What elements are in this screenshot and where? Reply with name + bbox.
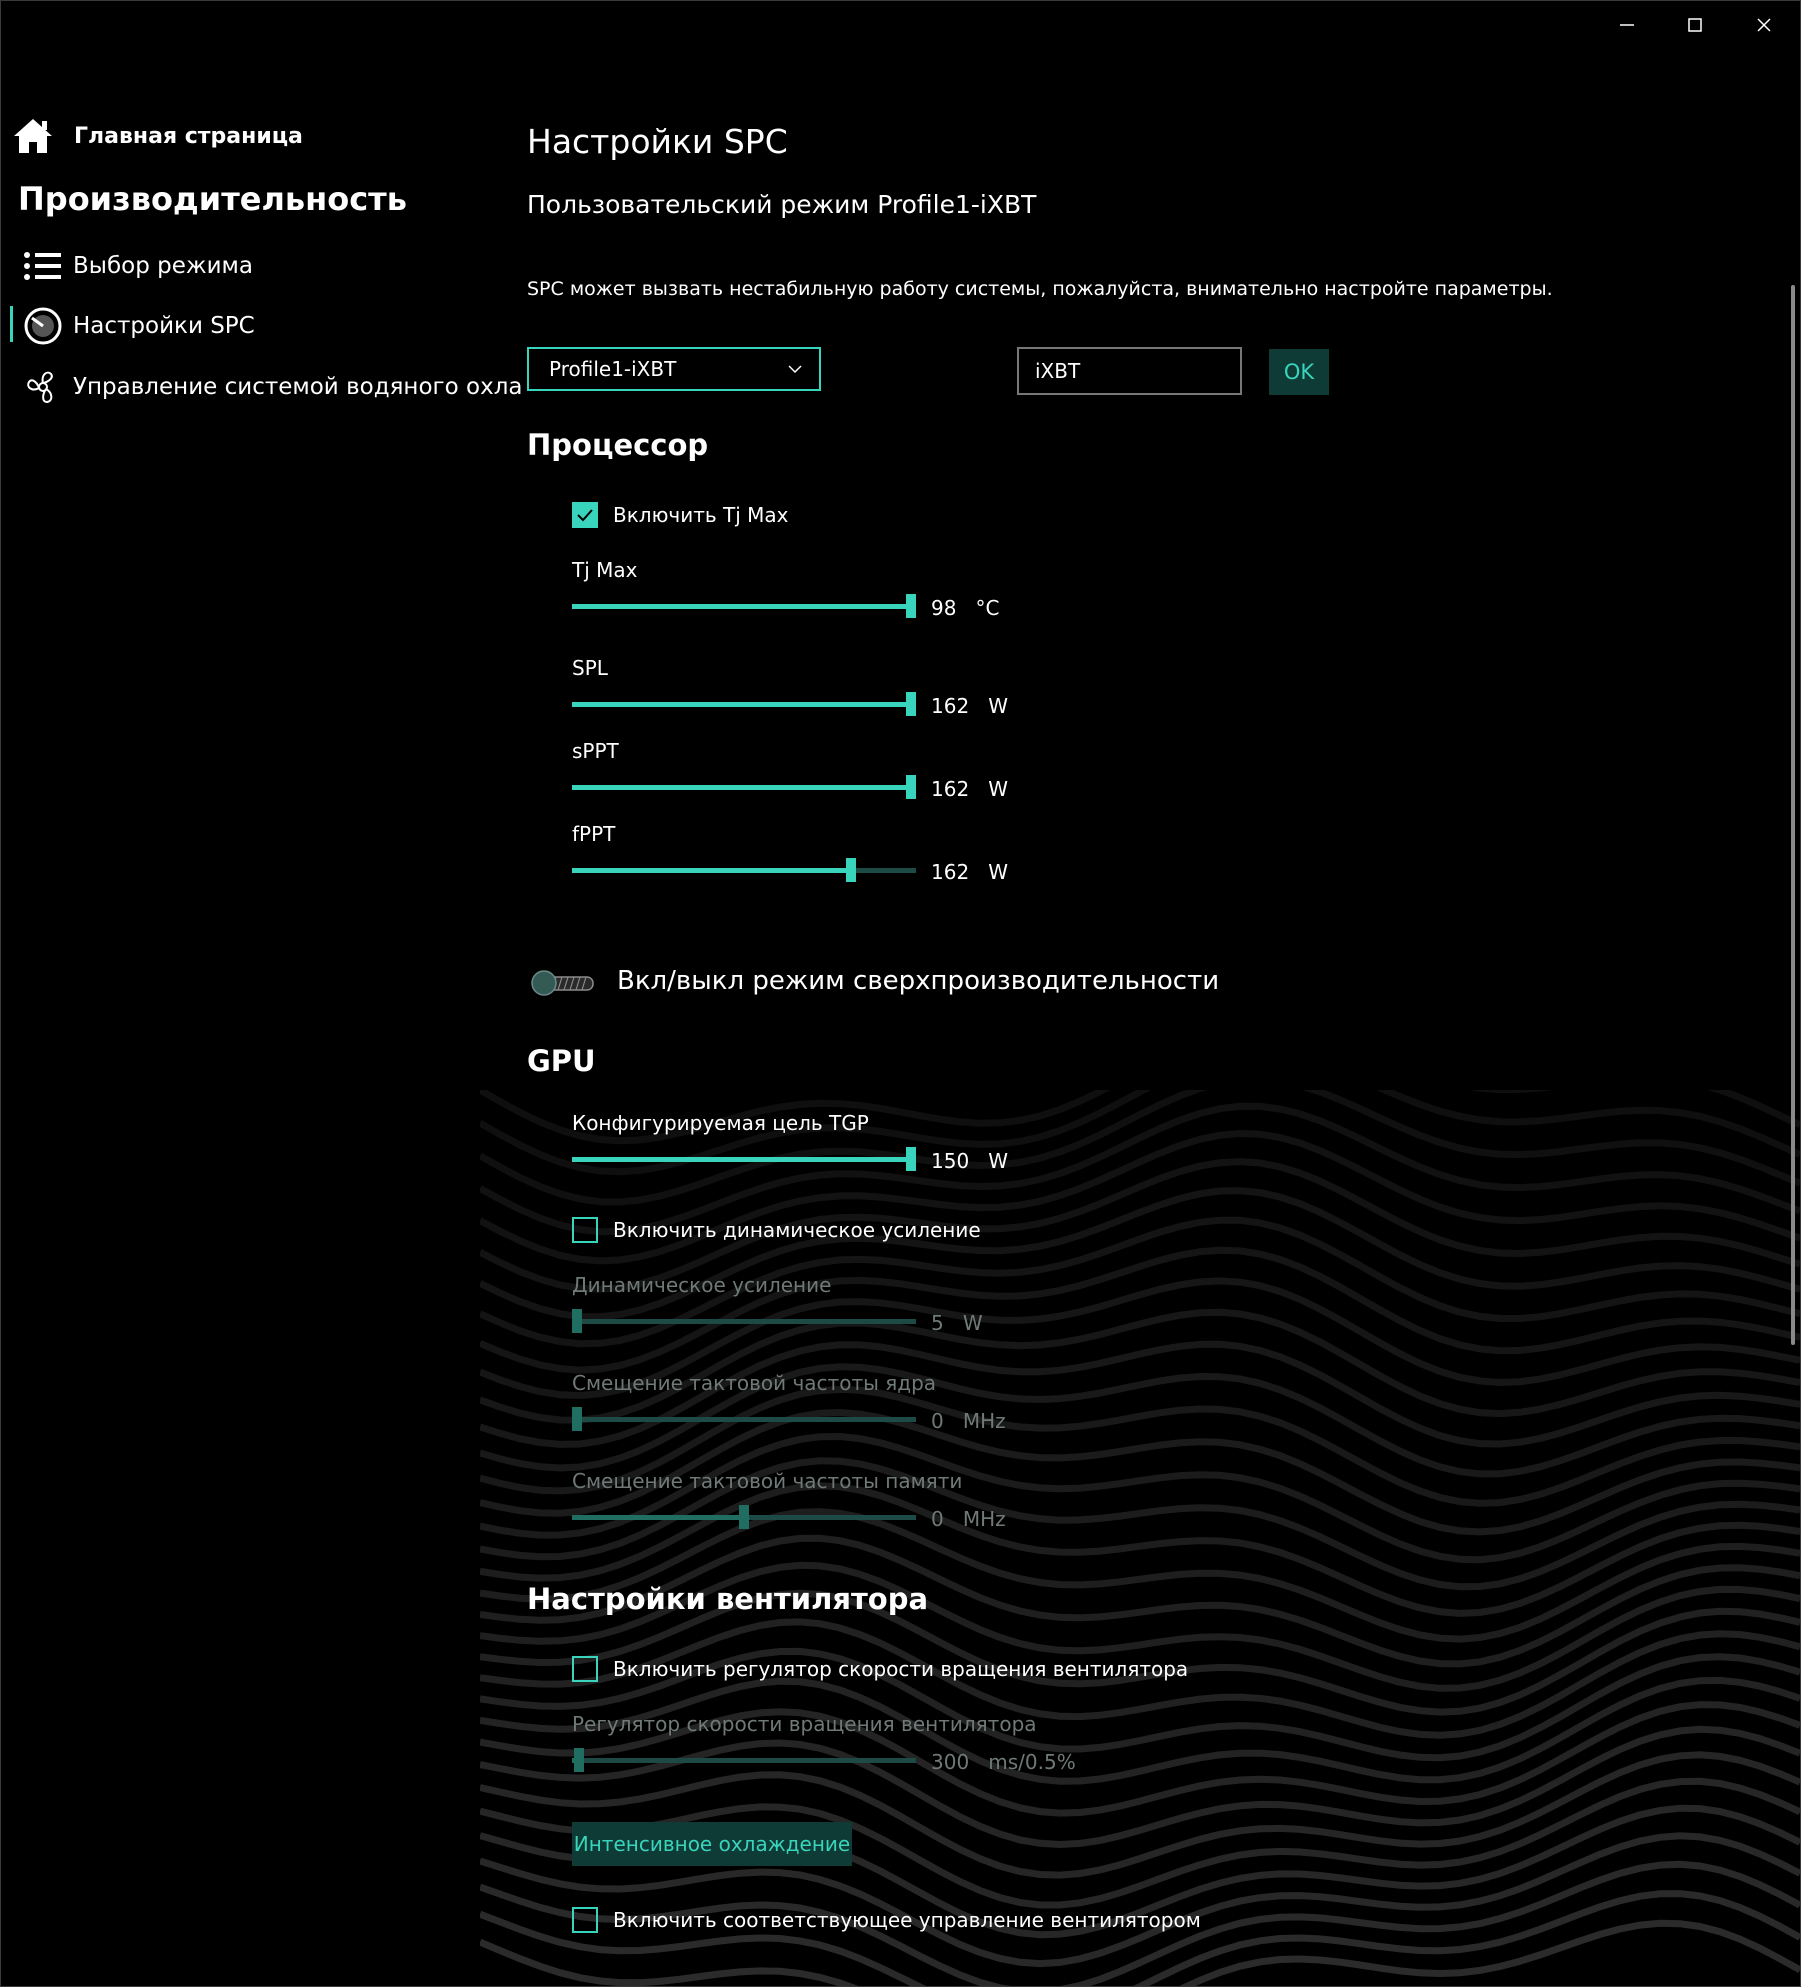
checkbox-label: Включить регулятор скорости вращения вен…: [613, 1657, 1189, 1681]
page-title: Настройки SPC: [527, 122, 788, 161]
overdrive-toggle[interactable]: [528, 968, 598, 998]
sidebar-item-spc-settings[interactable]: Настройки SPC: [22, 305, 255, 347]
slider-value: 0 MHz: [931, 1409, 1006, 1433]
close-button[interactable]: [1734, 8, 1794, 42]
profile-select-value: Profile1-iXBT: [549, 357, 677, 381]
checkbox-unchecked-icon: [572, 1217, 598, 1243]
minimize-button[interactable]: [1597, 8, 1657, 42]
spl-slider[interactable]: [572, 692, 916, 716]
checkbox-checked-icon: [572, 502, 598, 528]
scrollbar[interactable]: [1791, 285, 1795, 1345]
sidebar-item-mode-select[interactable]: Выбор режима: [22, 245, 253, 287]
slider-fill: [572, 1515, 744, 1520]
checkbox-label: Включить соответствующее управление вент…: [613, 1908, 1201, 1932]
slider-label: Смещение тактовой частоты ядра: [572, 1371, 937, 1395]
sidebar-item-label: Настройки SPC: [73, 313, 255, 339]
home-icon: [14, 119, 52, 153]
dynamic-boost-checkbox[interactable]: Включить динамическое усиление: [572, 1217, 981, 1243]
sidebar-item-label: Управление системой водяного охла: [73, 374, 523, 400]
maximize-icon: [1688, 18, 1702, 32]
warning-text: SPC может вызвать нестабильную работу си…: [527, 278, 1553, 300]
slider-thumb[interactable]: [572, 1407, 582, 1431]
minimize-icon: [1620, 24, 1634, 26]
gauge-icon: [22, 305, 64, 347]
slider-value: 162 W: [931, 860, 1009, 884]
intensive-cooling-button[interactable]: Интенсивное охлаждение: [572, 1822, 852, 1866]
slider-thumb[interactable]: [572, 1309, 582, 1333]
chevron-down-icon: [788, 365, 802, 374]
slider-fill: [572, 1157, 916, 1162]
slider-fill: [572, 604, 916, 609]
close-icon: [1757, 18, 1771, 32]
slider-thumb[interactable]: [906, 775, 916, 799]
slider-value: 300 ms/0.5%: [931, 1750, 1076, 1774]
overdrive-label: Вкл/выкл режим сверхпроизводительности: [617, 966, 1220, 996]
dynamic-boost-slider[interactable]: [572, 1309, 916, 1333]
cpu-section-title: Процессор: [527, 428, 709, 462]
slider-label: Tj Max: [572, 558, 638, 582]
matching-fan-control-checkbox[interactable]: Включить соответствующее управление вент…: [572, 1907, 1201, 1933]
checkbox-unchecked-icon: [572, 1907, 598, 1933]
slider-fill: [572, 785, 916, 790]
sidebar-section-title: Производительность: [18, 180, 407, 218]
fan-speed-checkbox[interactable]: Включить регулятор скорости вращения вен…: [572, 1656, 1188, 1682]
slider-value: 98 °C: [931, 596, 1000, 620]
slider-label: Регулятор скорости вращения вентилятора: [572, 1712, 1037, 1736]
fppt-slider[interactable]: [572, 858, 916, 882]
sidebar-item-water-cooling[interactable]: Управление системой водяного охла: [22, 366, 523, 408]
tjmax-slider[interactable]: [572, 594, 916, 618]
tjmax-checkbox[interactable]: Включить Tj Max: [572, 502, 789, 528]
slider-value: 162 W: [931, 694, 1009, 718]
home-link[interactable]: Главная страница: [12, 116, 303, 156]
fan-icon: [22, 366, 64, 408]
active-indicator: [10, 306, 13, 342]
slider-label: fPPT: [572, 822, 616, 846]
fan-section-title: Настройки вентилятора: [527, 1582, 929, 1616]
slider-value: 162 W: [931, 777, 1009, 801]
slider-value: 0 MHz: [931, 1507, 1006, 1531]
sppt-slider[interactable]: [572, 775, 916, 799]
gpu-section-title: GPU: [527, 1044, 596, 1078]
checkbox-label: Включить динамическое усиление: [613, 1218, 981, 1242]
checkbox-unchecked-icon: [572, 1656, 598, 1682]
slider-thumb[interactable]: [906, 692, 916, 716]
checkbox-label: Включить Tj Max: [613, 503, 789, 527]
slider-thumb[interactable]: [906, 594, 916, 618]
slider-thumb[interactable]: [845, 858, 856, 882]
home-label: Главная страница: [74, 123, 303, 149]
memory-clock-offset-slider[interactable]: [572, 1505, 916, 1529]
slider-label: SPL: [572, 656, 608, 680]
slider-fill: [572, 868, 851, 873]
maximize-button[interactable]: [1665, 8, 1725, 42]
profile-name-value: iXBT: [1035, 359, 1081, 383]
core-clock-offset-slider[interactable]: [572, 1407, 916, 1431]
page-subtitle: Пользовательский режим Profile1-iXBT: [527, 190, 1037, 219]
list-icon: [22, 245, 64, 287]
sidebar-item-label: Выбор режима: [73, 253, 253, 279]
fan-speed-slider[interactable]: [572, 1748, 916, 1772]
slider-value: 150 W: [931, 1149, 1009, 1173]
slider-thumb[interactable]: [906, 1147, 916, 1171]
slider-value: 5 W: [931, 1311, 983, 1335]
profile-select[interactable]: Profile1-iXBT: [527, 347, 821, 391]
slider-label: sPPT: [572, 739, 619, 763]
tgp-slider[interactable]: [572, 1147, 916, 1171]
slider-label: Динамическое усиление: [572, 1273, 832, 1297]
slider-thumb[interactable]: [739, 1505, 749, 1529]
slider-label: Конфигурируемая цель TGP: [572, 1111, 869, 1135]
slider-thumb[interactable]: [573, 1748, 584, 1772]
slider-fill: [572, 702, 916, 707]
ok-button[interactable]: OK: [1269, 349, 1329, 395]
slider-label: Смещение тактовой частоты памяти: [572, 1469, 963, 1493]
profile-name-input[interactable]: iXBT: [1017, 347, 1242, 395]
